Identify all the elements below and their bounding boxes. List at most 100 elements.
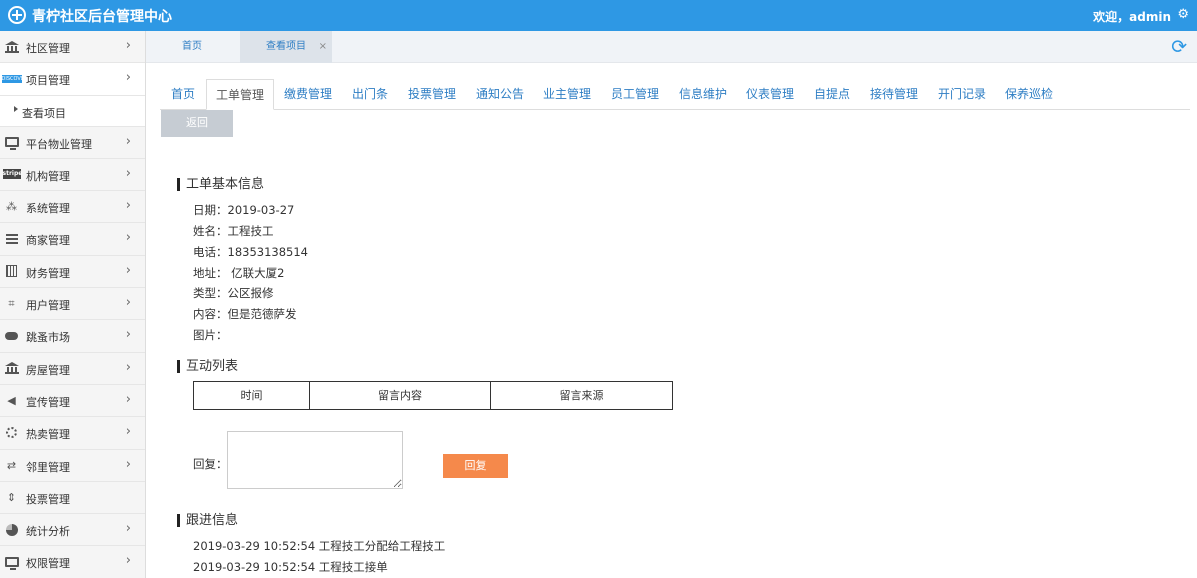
chevron-right-icon: › xyxy=(125,456,131,472)
calculator-icon xyxy=(4,265,19,278)
pie-chart-icon xyxy=(4,523,19,536)
sidebar-item-label: 用户管理 xyxy=(26,299,70,313)
ticket-image: 图片： xyxy=(193,328,228,342)
chevron-right-icon: › xyxy=(125,70,131,86)
sidebar-item-flea-market[interactable]: 跳蚤市场 › xyxy=(0,320,145,353)
caret-right-icon xyxy=(14,105,18,112)
bars-icon xyxy=(4,232,19,245)
sidebar-item-label: 查看项目 xyxy=(22,106,66,120)
sidebar-item-label: 项目管理 xyxy=(26,74,70,88)
subtab-door-records[interactable]: 开门记录 xyxy=(938,79,986,110)
ticket-date: 日期：2019-03-27 xyxy=(193,203,295,217)
back-button[interactable]: 返回 xyxy=(161,110,233,137)
logo-icon xyxy=(8,6,26,24)
sidebar-item-houses[interactable]: 房屋管理 › xyxy=(0,353,145,385)
sidebar-item-community[interactable]: 社区管理 › xyxy=(0,31,145,64)
subtab-reception[interactable]: 接待管理 xyxy=(870,79,918,110)
sidebar-item-label: 社区管理 xyxy=(26,42,70,55)
tab-label: 查看项目 xyxy=(266,41,306,52)
subtab-staff[interactable]: 员工管理 xyxy=(611,79,659,110)
chevron-right-icon: › xyxy=(125,38,131,53)
app-title: 青柠社区后台管理中心 xyxy=(32,9,172,25)
sidebar-item-merchants[interactable]: 商家管理 › xyxy=(0,223,145,256)
sidebar-item-finance[interactable]: 财务管理 › xyxy=(0,256,145,289)
interaction-table: 时间 留言内容 留言来源 xyxy=(193,381,673,410)
subtab-maintenance-patrol[interactable]: 保养巡检 xyxy=(1005,79,1053,110)
sidebar-subitem-view-project[interactable]: 查看项目 xyxy=(0,95,145,127)
sidebar-item-label: 商家管理 xyxy=(26,234,70,248)
gear-icon[interactable]: ⚙ xyxy=(1177,7,1189,22)
reply-textarea[interactable] xyxy=(227,431,403,489)
chevron-right-icon: › xyxy=(125,521,131,537)
cloud-icon xyxy=(4,329,19,342)
crop-icon: ⌗ xyxy=(8,296,15,310)
chevron-right-icon: › xyxy=(125,391,131,407)
monitor-icon xyxy=(4,136,19,151)
module-tabs: 首页 工单管理 缴费管理 出门条 投票管理 通知公告 业主管理 员工管理 信息维… xyxy=(160,79,1190,110)
reply-label: 回复： xyxy=(193,457,228,471)
subtab-meters[interactable]: 仪表管理 xyxy=(746,79,794,110)
sidebar-item-label: 机构管理 xyxy=(26,169,70,183)
sidebar-item-label: 权限管理 xyxy=(26,557,70,571)
sidebar-item-users[interactable]: ⌗ 用户管理 › xyxy=(0,288,145,321)
stripe-icon: stripe xyxy=(2,169,23,180)
sidebar-item-label: 投票管理 xyxy=(26,492,70,506)
subtab-work-orders[interactable]: 工单管理 xyxy=(206,79,275,110)
welcome-text: 欢迎，admin xyxy=(1093,10,1171,24)
sidebar-item-voting[interactable]: ⇕ 投票管理 xyxy=(0,482,145,515)
sidebar-item-label: 系统管理 xyxy=(26,202,70,216)
top-bar: 青柠社区后台管理中心 欢迎，admin ⚙ xyxy=(0,0,1197,31)
subtab-info-maintenance[interactable]: 信息维护 xyxy=(679,79,727,110)
chevron-right-icon: › xyxy=(125,165,131,181)
subtab-exit-slip[interactable]: 出门条 xyxy=(352,79,388,110)
sidebar-item-system[interactable]: ⁂ 系统管理 › xyxy=(0,191,145,224)
chevron-right-icon: › xyxy=(125,133,131,149)
chevron-right-icon: › xyxy=(125,359,131,375)
exchange-icon: ⇄ xyxy=(6,458,17,472)
subtab-owners[interactable]: 业主管理 xyxy=(543,79,591,110)
chevron-right-icon: › xyxy=(125,230,131,246)
discover-icon: DISCOVER xyxy=(1,74,28,83)
subtab-payments[interactable]: 缴费管理 xyxy=(284,79,332,110)
bank-icon xyxy=(4,362,19,375)
sidebar-item-organization[interactable]: stripe 机构管理 › xyxy=(0,159,145,192)
chevron-right-icon: › xyxy=(125,262,131,278)
ticket-address: 地址： 亿联大厦2 xyxy=(193,266,285,280)
subtab-home[interactable]: 首页 xyxy=(171,79,195,110)
ticket-section-title: 工单基本信息 xyxy=(177,178,264,191)
tab-home[interactable]: 首页 xyxy=(146,31,238,63)
sidebar-item-label: 房屋管理 xyxy=(26,363,70,377)
tab-view-project[interactable]: 查看项目 × xyxy=(240,31,332,63)
sidebar-item-permissions[interactable]: 权限管理 › xyxy=(0,546,145,578)
interaction-section-title: 互动列表 xyxy=(177,360,238,373)
refresh-icon[interactable]: ⟳ xyxy=(1171,37,1187,57)
subtab-pickup-points[interactable]: 自提点 xyxy=(814,79,850,110)
sidebar-item-label: 跳蚤市场 xyxy=(26,331,70,345)
sidebar-item-neighbors[interactable]: ⇄ 邻里管理 › xyxy=(0,450,145,482)
subtab-notices[interactable]: 通知公告 xyxy=(476,79,524,110)
sidebar-item-promotion[interactable]: ◀ 宣传管理 › xyxy=(0,385,145,418)
chevron-right-icon: › xyxy=(125,295,131,311)
sidebar-item-label: 统计分析 xyxy=(26,525,70,539)
sidebar-item-label: 宣传管理 xyxy=(26,395,70,409)
chevron-right-icon: › xyxy=(125,327,131,343)
followup-entry: 2019-03-29 10:52:54 工程技工分配给工程技工 xyxy=(193,539,446,553)
sidebar-item-label: 财务管理 xyxy=(26,266,70,280)
sidebar: 社区管理 › DISCOVER 项目管理 › 查看项目 平台物业管理 › str… xyxy=(0,31,146,578)
reply-button[interactable]: 回复 xyxy=(443,454,508,478)
ticket-content: 内容：但是范德萨发 xyxy=(193,307,297,321)
sidebar-item-statistics[interactable]: 统计分析 › xyxy=(0,514,145,547)
sidebar-item-label: 平台物业管理 xyxy=(26,137,92,151)
sidebar-item-platform-property[interactable]: 平台物业管理 › xyxy=(0,127,145,159)
followup-section-title: 跟进信息 xyxy=(177,514,238,527)
sun-icon xyxy=(4,426,19,439)
sidebar-item-hot-sale[interactable]: 热卖管理 › xyxy=(0,417,145,450)
table-header-message: 留言内容 xyxy=(310,382,491,409)
bank-icon xyxy=(4,40,19,53)
sidebar-item-label: 邻里管理 xyxy=(26,460,70,474)
cluster-icon: ⁂ xyxy=(6,200,17,214)
ticket-name: 姓名：工程技工 xyxy=(193,224,274,238)
close-icon[interactable]: × xyxy=(319,31,327,63)
subtab-voting[interactable]: 投票管理 xyxy=(408,79,456,110)
sidebar-item-projects[interactable]: DISCOVER 项目管理 › xyxy=(0,63,145,96)
